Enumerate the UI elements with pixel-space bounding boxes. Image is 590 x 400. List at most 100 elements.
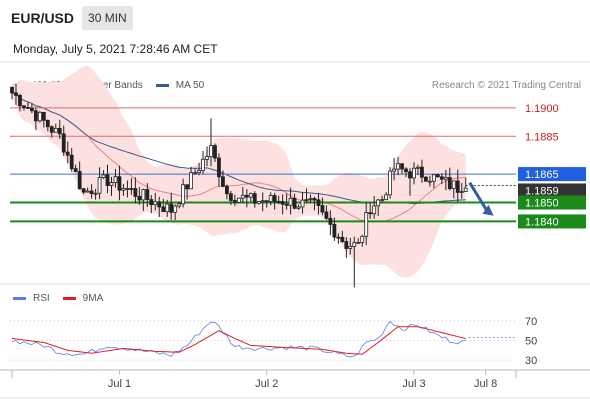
candle-body-up xyxy=(113,176,118,183)
rsi-tick-label: 70 xyxy=(525,316,537,328)
candle-body-down xyxy=(133,188,138,197)
candle-body-down xyxy=(320,205,325,213)
candle-body-down xyxy=(157,201,162,208)
candle-body-up xyxy=(141,189,146,201)
candle-body-up xyxy=(125,188,130,190)
candle-body-up xyxy=(396,163,400,170)
candle xyxy=(388,167,393,199)
candle-body-down xyxy=(336,236,341,239)
candle-body-up xyxy=(392,168,396,172)
candle-body-down xyxy=(332,223,337,238)
time-tick-label: Jul 2 xyxy=(255,378,278,390)
price-badge-label: 1.1850 xyxy=(525,198,559,210)
candle-body-down xyxy=(18,95,22,107)
rsi-9ma-line xyxy=(11,326,466,355)
candle-body-down xyxy=(22,105,26,108)
resistance-label: 1.1885 xyxy=(525,131,559,143)
price-badge-label: 1.1840 xyxy=(525,216,559,228)
candle-body-down xyxy=(217,157,221,178)
rsi-tick-label: 50 xyxy=(525,336,537,348)
candle-body-down xyxy=(420,166,424,178)
candle-body-down xyxy=(73,168,78,172)
candle-body-down xyxy=(33,110,38,122)
candle-body-down xyxy=(185,184,190,190)
candle-body-down xyxy=(344,241,349,249)
candle-body-down xyxy=(316,199,321,206)
candle-body-down xyxy=(280,201,285,205)
candle-body-up xyxy=(288,197,293,206)
candle-body-down xyxy=(14,92,18,96)
candle-body-up xyxy=(93,192,98,195)
candle-body-down xyxy=(225,185,229,195)
candle-body-up xyxy=(384,194,389,201)
candle-body-up xyxy=(443,177,448,180)
candle xyxy=(424,176,428,182)
candle-body-down xyxy=(129,188,134,190)
candle-body-down xyxy=(340,236,345,242)
candle-body-up xyxy=(308,198,313,200)
candle-body-down xyxy=(447,177,452,190)
candle-body-down xyxy=(57,127,62,135)
candle-body-down xyxy=(105,174,110,186)
candle-body-up xyxy=(300,199,305,208)
candle-body-up xyxy=(296,206,301,209)
candle-body-up xyxy=(268,195,273,202)
candle-body-up xyxy=(121,188,126,191)
candle-body-down xyxy=(272,195,277,202)
candle xyxy=(201,150,205,175)
projection-arrow-shaft xyxy=(468,181,489,213)
candle-body-up xyxy=(463,187,468,192)
candle-body-up xyxy=(165,203,170,212)
time-tick-label: Jul 1 xyxy=(108,378,131,390)
candle-body-up xyxy=(201,158,205,171)
candle-body-down xyxy=(435,174,440,178)
candle-body-up xyxy=(177,203,182,207)
candle-body-up xyxy=(173,205,178,213)
candle-body-up xyxy=(240,194,245,199)
candle-body-down xyxy=(232,200,237,203)
candle-body-up xyxy=(348,245,353,249)
candle-body-up xyxy=(412,167,416,179)
candle-body-down xyxy=(408,171,412,179)
candle-body-down xyxy=(284,203,289,206)
candle-body-down xyxy=(324,211,329,219)
candle-body-up xyxy=(416,166,420,169)
candle-body-up xyxy=(193,172,197,175)
candle-body-up xyxy=(352,242,357,247)
candle-body-up xyxy=(85,190,90,193)
candle xyxy=(352,236,357,288)
candle-body-down xyxy=(45,119,50,128)
candle-body-up xyxy=(364,212,369,237)
candle-body-down xyxy=(10,86,14,94)
resistance-label: 1.1900 xyxy=(525,103,559,115)
candle-body-down xyxy=(328,217,333,225)
candle-body-up xyxy=(388,170,393,196)
candle-body-down xyxy=(221,176,225,187)
candle-body-down xyxy=(244,194,249,198)
candle-body-down xyxy=(404,168,408,173)
candle-body-down xyxy=(61,133,66,153)
time-tick-label: Jul 8 xyxy=(474,378,497,390)
candle-body-up xyxy=(372,205,377,215)
candle-body-down xyxy=(400,163,404,170)
candle-body-up xyxy=(360,235,365,243)
candle-body-up xyxy=(248,193,253,198)
time-tick-label: Jul 3 xyxy=(402,378,425,390)
candle-body-down xyxy=(213,145,217,159)
candle-body-up xyxy=(459,191,464,193)
candle-body-up xyxy=(197,170,201,174)
candle-body-down xyxy=(29,107,34,112)
candle-body-up xyxy=(376,199,381,207)
candle-body-up xyxy=(304,199,309,201)
candle-body-up xyxy=(37,111,42,122)
candle-body-up xyxy=(356,242,361,244)
candle-body-down xyxy=(276,200,281,203)
candle-body-down xyxy=(169,203,174,213)
price-badge-label: 1.1865 xyxy=(525,169,559,181)
price-chart-canvas[interactable]: 1.19001.18851.18651.18591.18501.18403050… xyxy=(0,0,590,400)
candle-body-up xyxy=(181,184,186,205)
candle-body-down xyxy=(69,154,74,170)
candle-body-up xyxy=(153,201,158,206)
candle-body-up xyxy=(451,180,456,190)
candle-body-down xyxy=(137,195,142,201)
